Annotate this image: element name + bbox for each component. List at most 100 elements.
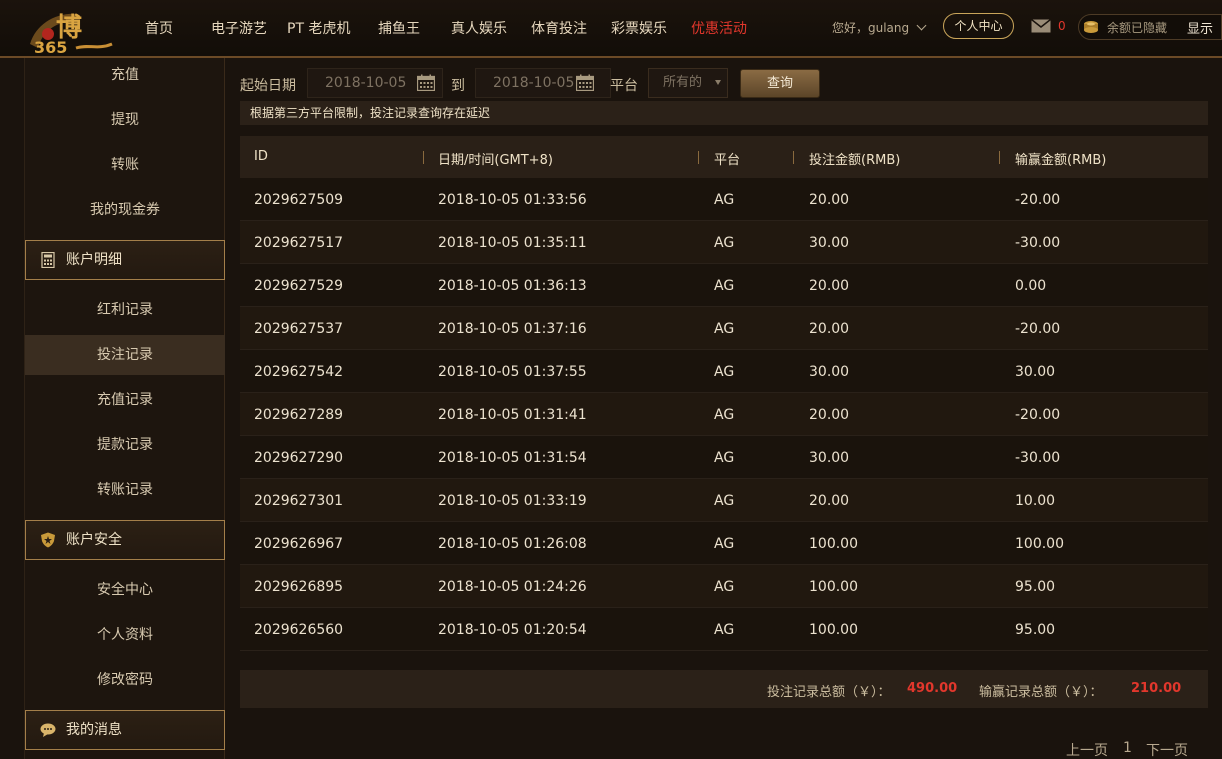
greeting-text: 您好，gulang [832, 21, 910, 35]
sidebar-item-change-password[interactable]: 修改密码 [25, 660, 225, 700]
cell-win-loss: 100.00 [1015, 536, 1064, 552]
user-greeting[interactable]: 您好，gulang [832, 19, 927, 36]
cell-bet-amount: 100.00 [809, 536, 858, 552]
nav-item-sports[interactable]: 体育投注 [531, 18, 587, 38]
cell-datetime: 2018-10-05 01:37:16 [438, 321, 587, 337]
sidebar-item-withdraw-records[interactable]: 提款记录 [25, 425, 225, 465]
sidebar-item-withdraw[interactable]: 提现 [25, 100, 225, 140]
query-button[interactable]: 查询 [740, 69, 820, 98]
calendar-icon[interactable] [417, 74, 435, 91]
cell-id: 2029627529 [254, 278, 344, 294]
nav-item-pt-slots[interactable]: PT 老虎机 [287, 18, 350, 38]
cell-id: 2029627537 [254, 321, 344, 337]
sidebar-item-transfer-records[interactable]: 转账记录 [25, 470, 225, 510]
cell-id: 2029626560 [254, 622, 344, 638]
bet-total-value: 490.00 [907, 681, 958, 696]
win-total-value: 210.00 [1131, 681, 1182, 696]
sidebar-item-bet-records[interactable]: 投注记录 [25, 335, 225, 375]
sidebar-item-profile[interactable]: 个人资料 [25, 615, 225, 655]
cell-win-loss: -20.00 [1015, 407, 1061, 423]
cell-datetime: 2018-10-05 01:36:13 [438, 278, 587, 294]
cell-bet-amount: 20.00 [809, 278, 850, 294]
to-label: 到 [451, 78, 465, 94]
table-row: 2029627542 2018-10-05 01:37:55 AG 30.00 30.0… [240, 350, 1208, 393]
cell-id: 2029627289 [254, 407, 344, 423]
page-number-1[interactable]: 1 [1123, 740, 1132, 756]
sidebar-section-account-security[interactable]: 账户安全 [25, 520, 225, 560]
column-header-bet-amount: 投注金额(RMB) [809, 153, 901, 168]
nav-item-live-casino[interactable]: 真人娱乐 [451, 18, 507, 38]
cell-id: 2029626895 [254, 579, 344, 595]
cell-platform: AG [714, 192, 735, 208]
start-date-label: 起始日期 [240, 78, 296, 94]
cell-datetime: 2018-10-05 01:35:11 [438, 235, 587, 251]
cell-bet-amount: 20.00 [809, 192, 850, 208]
cell-platform: AG [714, 407, 735, 423]
chat-bubble-icon [40, 723, 56, 737]
coin-icon [1084, 21, 1098, 33]
table-row: 2029627517 2018-10-05 01:35:11 AG 30.00 -30.… [240, 221, 1208, 264]
cell-datetime: 2018-10-05 01:37:55 [438, 364, 587, 380]
sidebar-item-transfer[interactable]: 转账 [25, 145, 225, 185]
sidebar-section-account-details[interactable]: 账户明细 [25, 240, 225, 280]
cell-datetime: 2018-10-05 01:33:56 [438, 192, 587, 208]
cell-id: 2029627301 [254, 493, 344, 509]
platform-selected-value: 所有的 [663, 75, 703, 90]
sidebar-item-coupons[interactable]: 我的现金券 [25, 190, 225, 230]
nav-item-egames[interactable]: 电子游艺 [211, 18, 267, 38]
cell-win-loss: -20.00 [1015, 192, 1061, 208]
platform-select[interactable]: 所有的 [648, 68, 728, 98]
sidebar-item-deposit[interactable]: 充值 [25, 55, 225, 95]
cell-id: 2029627517 [254, 235, 344, 251]
nav-item-lottery[interactable]: 彩票娱乐 [611, 18, 667, 38]
sidebar-item-bonus-records[interactable]: 红利记录 [25, 290, 225, 330]
column-header-platform: 平台 [714, 153, 741, 168]
cell-bet-amount: 30.00 [809, 450, 850, 466]
column-divider [423, 151, 424, 164]
cell-bet-amount: 100.00 [809, 579, 858, 595]
calendar-icon[interactable] [576, 74, 594, 91]
sidebar-item-deposit-records[interactable]: 充值记录 [25, 380, 225, 420]
cell-datetime: 2018-10-05 01:33:19 [438, 493, 587, 509]
cell-platform: AG [714, 278, 735, 294]
column-divider [793, 151, 794, 164]
nav-item-home[interactable]: 首页 [145, 18, 173, 38]
bet-total-label: 投注记录总额（￥）： [767, 685, 891, 700]
platform-label: 平台 [610, 78, 638, 94]
cell-id: 2029626967 [254, 536, 344, 552]
nav-item-fishing[interactable]: 捕鱼王 [378, 18, 420, 38]
nav-item-promotions[interactable]: 优惠活动 [691, 18, 747, 38]
cell-datetime: 2018-10-05 01:31:41 [438, 407, 587, 423]
column-divider [999, 151, 1000, 164]
sidebar-item-security-center[interactable]: 安全中心 [25, 570, 225, 610]
cell-bet-amount: 20.00 [809, 321, 850, 337]
cell-platform: AG [714, 536, 735, 552]
cell-platform: AG [714, 364, 735, 380]
table-row: 2029627289 2018-10-05 01:31:41 AG 20.00 -20.… [240, 393, 1208, 436]
table-row: 2029627529 2018-10-05 01:36:13 AG 20.00 0.00 [240, 264, 1208, 307]
table-header: ID 日期/时间(GMT+8) 平台 投注金额(RMB) 输赢金额(RMB) [240, 136, 1208, 178]
balance-hidden-text: 余额已隐藏 [1107, 21, 1168, 35]
section-label: 账户安全 [66, 532, 122, 548]
show-balance-button[interactable]: 显示 [1187, 18, 1213, 37]
next-page-link[interactable]: 下一页 [1146, 740, 1188, 759]
cell-win-loss: 0.00 [1015, 278, 1047, 294]
cell-bet-amount: 100.00 [809, 622, 858, 638]
dropdown-arrow-icon [715, 80, 721, 85]
sidebar-section-messages[interactable]: 我的消息 [25, 710, 225, 750]
table-row: 2029626967 2018-10-05 01:26:08 AG 100.00 100… [240, 522, 1208, 565]
mail-icon[interactable] [1031, 19, 1051, 33]
column-header-datetime: 日期/时间(GMT+8) [438, 153, 553, 168]
prev-page-link[interactable]: 上一页 [1066, 740, 1108, 759]
cell-platform: AG [714, 450, 735, 466]
user-center-button[interactable]: 个人中心 [943, 13, 1014, 39]
cell-bet-amount: 20.00 [809, 407, 850, 423]
cell-datetime: 2018-10-05 01:24:26 [438, 579, 587, 595]
table-row: 2029627537 2018-10-05 01:37:16 AG 20.00 -20.… [240, 307, 1208, 350]
cell-id: 2029627509 [254, 192, 344, 208]
cell-bet-amount: 30.00 [809, 235, 850, 251]
win-total-label: 输赢记录总额（￥）： [979, 685, 1103, 700]
site-logo[interactable]: 博 365 [26, 4, 116, 56]
top-header: 博 365 首页 电子游艺 PT 老虎机 捕鱼王 真人娱乐 体育投注 彩票娱乐 … [0, 0, 1222, 58]
shield-icon [41, 532, 55, 548]
